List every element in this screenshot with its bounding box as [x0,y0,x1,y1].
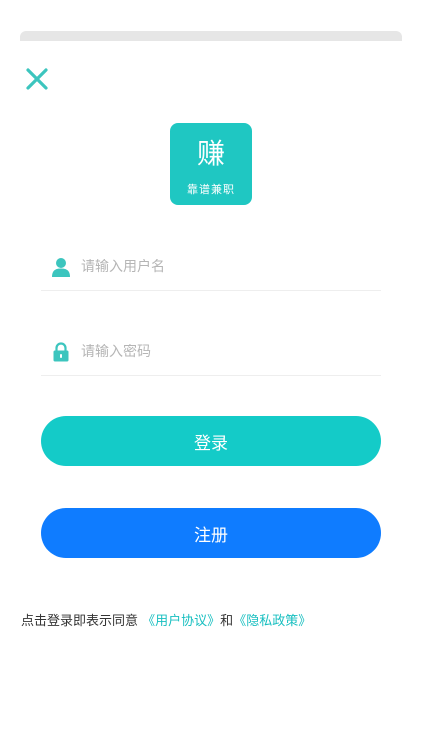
top-card-edge [20,31,402,41]
logo-sub-text: 靠谱兼职 [187,183,235,196]
register-button[interactable]: 注册 [41,508,381,558]
privacy-policy-link[interactable]: 《隐私政策》 [233,614,311,629]
password-input[interactable] [81,344,361,360]
username-field[interactable] [41,244,381,291]
login-button[interactable]: 登录 [41,416,381,466]
lock-icon [50,341,72,363]
user-agreement-link[interactable]: 《用户协议》 [142,614,220,629]
close-icon [26,68,48,90]
username-input[interactable] [81,259,361,275]
agreement-prefix: 点击登录即表示同意 [21,614,139,629]
agreement-text: 点击登录即表示同意 《用户协议》和《隐私政策》 [21,610,311,629]
logo-main-text: 赚 [196,137,225,170]
user-icon [50,256,72,278]
close-button[interactable] [24,66,50,92]
password-field[interactable] [41,329,381,376]
agreement-conjunction: 和 [220,614,234,629]
app-logo: 赚 靠谱兼职 [170,123,252,205]
